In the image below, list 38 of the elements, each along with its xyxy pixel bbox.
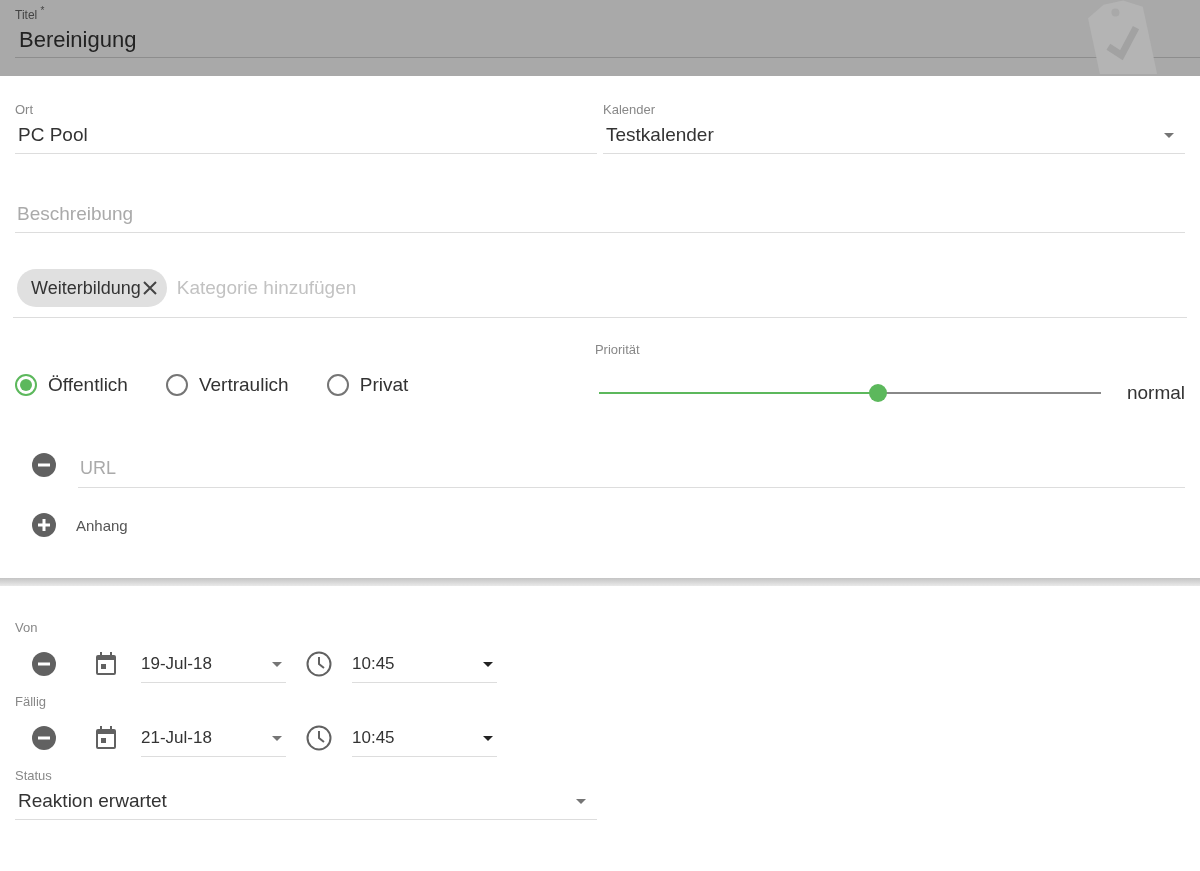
status-dropdown[interactable]: Reaktion erwartet <box>15 784 597 820</box>
field-label: Von <box>15 620 39 636</box>
field-label: Ort <box>15 102 35 118</box>
priority-reading: normal <box>1126 382 1185 404</box>
date-dropdown[interactable]: 21-Jul-18 <box>141 719 286 757</box>
clock-icon[interactable] <box>306 651 332 677</box>
category-placeholder: Kategorie hinzufügen <box>176 277 357 299</box>
slider-track[interactable] <box>598 384 1101 402</box>
attachment-label[interactable]: Anhang <box>76 516 128 534</box>
radio-button[interactable] <box>15 374 37 396</box>
caret-icon[interactable] <box>483 661 493 667</box>
category-field[interactable]: Weiterbildung Kategorie hinzufügen <box>13 269 1187 318</box>
radio-label: Vertraulich <box>198 374 289 396</box>
remove-icon[interactable] <box>32 652 56 676</box>
field-label: Titel $^{*}$ <box>15 4 46 23</box>
date-dropdown[interactable]: 19-Jul-18 <box>141 645 286 683</box>
add-icon[interactable] <box>32 513 56 537</box>
radio-button[interactable] <box>165 374 188 396</box>
field-label: Priorität <box>594 342 641 358</box>
close-icon[interactable] <box>142 281 157 295</box>
location-field[interactable]: PC Pool <box>15 118 597 154</box>
clock-icon[interactable] <box>306 725 332 751</box>
radio-button[interactable] <box>326 374 349 396</box>
calendar-dropdown[interactable]: Testkalender <box>603 118 1185 154</box>
field-label: Kalender <box>603 102 657 118</box>
field-label: Status <box>15 768 53 784</box>
slider-thumb[interactable] <box>868 384 887 402</box>
time-dropdown[interactable]: 10:45 <box>352 719 497 757</box>
caret-icon[interactable] <box>483 735 493 741</box>
remove-icon[interactable] <box>32 726 56 750</box>
remove-icon[interactable] <box>32 453 56 477</box>
calendar-icon[interactable] <box>95 652 117 676</box>
category-chip[interactable]: Weiterbildung <box>17 269 167 307</box>
field-label: Fällig <box>15 694 48 710</box>
time-dropdown[interactable]: 10:45 <box>352 645 497 683</box>
calendar-icon[interactable] <box>95 726 117 750</box>
radio-label: Öffentlich <box>48 374 128 396</box>
radio-label: Privat <box>359 374 409 396</box>
